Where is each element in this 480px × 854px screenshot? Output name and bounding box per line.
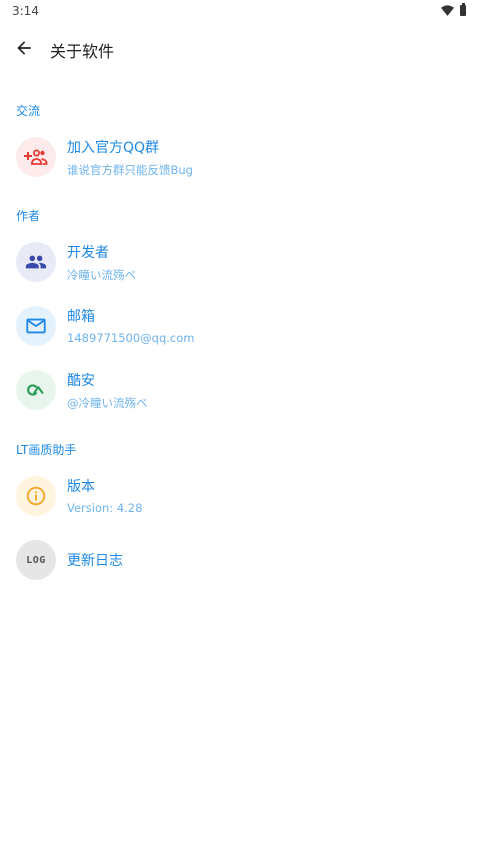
status-icons: [441, 3, 466, 16]
page-title: 关于软件: [50, 42, 115, 61]
list-item-changelog[interactable]: LOG 更新日志: [0, 528, 480, 592]
developer-avatar: [16, 242, 56, 282]
section-header-author: 作者: [16, 209, 41, 223]
coolapk-subtitle: @冷瞳い流殇ベ: [67, 396, 148, 410]
wifi-icon: [441, 5, 454, 16]
section-header-app: LT画质助手: [16, 443, 77, 457]
info-icon: [26, 486, 46, 506]
people-icon: [25, 255, 47, 269]
group-add-icon: [24, 149, 48, 165]
developer-subtitle: 冷瞳い流殇ベ: [67, 268, 136, 282]
qq-group-avatar: [16, 137, 56, 177]
battery-icon: [460, 3, 466, 16]
log-icon: LOG: [26, 554, 46, 566]
back-button[interactable]: [12, 36, 36, 60]
coolapk-avatar: [16, 370, 56, 410]
mail-icon: [26, 318, 46, 334]
list-item-qq-group[interactable]: 加入官方QQ群 谁说官方群只能反馈Bug: [0, 125, 480, 189]
list-item-developer[interactable]: 开发者 冷瞳い流殇ベ: [0, 230, 480, 294]
app-bar: 关于软件: [0, 24, 480, 72]
email-title: 邮箱: [67, 309, 95, 325]
status-bar: 3:14: [0, 0, 480, 24]
changelog-title: 更新日志: [67, 553, 123, 569]
arrow-back-icon: [17, 41, 31, 55]
list-item-email[interactable]: 邮箱 1489771500@qq.com: [0, 294, 480, 358]
section-header-communication: 交流: [16, 104, 41, 118]
developer-title: 开发者: [67, 245, 109, 261]
qq-group-title: 加入官方QQ群: [67, 140, 160, 156]
status-time: 3:14: [12, 4, 39, 18]
coolapk-title: 酷安: [67, 373, 95, 389]
list-item-version[interactable]: 版本 Version: 4.28: [0, 464, 480, 528]
coolapk-icon: [27, 384, 44, 396]
qq-group-subtitle: 谁说官方群只能反馈Bug: [67, 163, 193, 177]
version-avatar: [16, 476, 56, 516]
email-subtitle: 1489771500@qq.com: [67, 331, 195, 345]
changelog-avatar: LOG: [16, 540, 56, 580]
email-avatar: [16, 306, 56, 346]
version-subtitle: Version: 4.28: [67, 501, 143, 515]
version-title: 版本: [67, 479, 95, 495]
list-item-coolapk[interactable]: 酷安 @冷瞳い流殇ベ: [0, 358, 480, 422]
